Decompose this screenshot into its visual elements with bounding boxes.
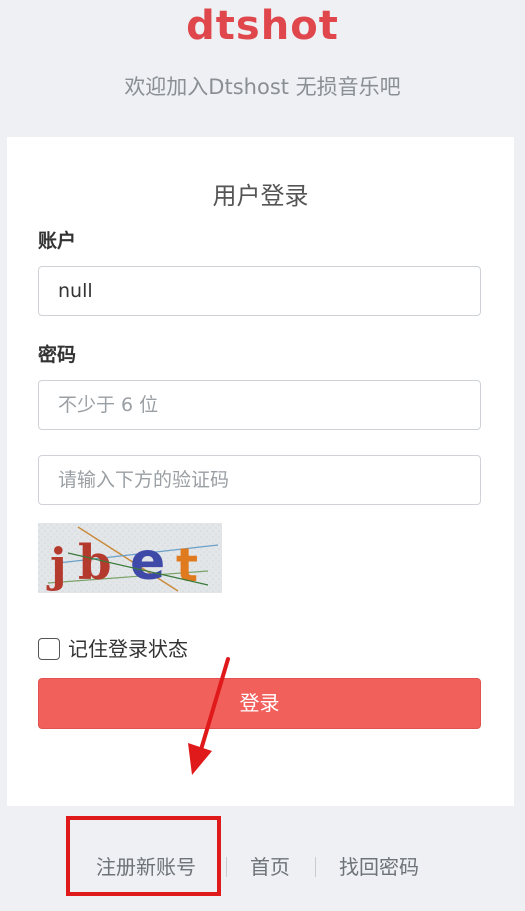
footer-divider: [315, 857, 316, 877]
password-label: 密码: [38, 344, 77, 366]
captcha-image[interactable]: j b e t: [38, 523, 222, 593]
remember-me[interactable]: 记住登录状态: [38, 635, 188, 663]
home-link[interactable]: 首页: [250, 851, 290, 883]
password-input[interactable]: [38, 380, 481, 430]
remember-label: 记住登录状态: [68, 637, 188, 661]
account-label: 账户: [38, 230, 77, 252]
arrow-icon: [188, 657, 230, 775]
welcome-tagline: 欢迎加入Dtshost 无损音乐吧: [124, 75, 401, 99]
site-logo[interactable]: dtshot: [0, 2, 525, 50]
svg-text:j: j: [46, 538, 67, 592]
login-card: 用户登录 账户 密码 j b e t: [7, 137, 514, 806]
highlight-box: [66, 816, 221, 896]
svg-text:b: b: [78, 535, 112, 591]
svg-text:e: e: [130, 532, 165, 592]
login-button[interactable]: 登录: [38, 678, 481, 729]
footer-divider: [226, 857, 227, 877]
page: dtshot 欢迎加入Dtshost 无损音乐吧 用户登录 账户 密码 j b: [0, 0, 525, 911]
svg-text:t: t: [176, 538, 198, 592]
login-title: 用户登录: [212, 182, 309, 210]
remember-checkbox[interactable]: [38, 638, 60, 660]
captcha-input[interactable]: [38, 455, 481, 505]
recover-password-link[interactable]: 找回密码: [339, 851, 419, 883]
account-input[interactable]: [38, 266, 481, 316]
